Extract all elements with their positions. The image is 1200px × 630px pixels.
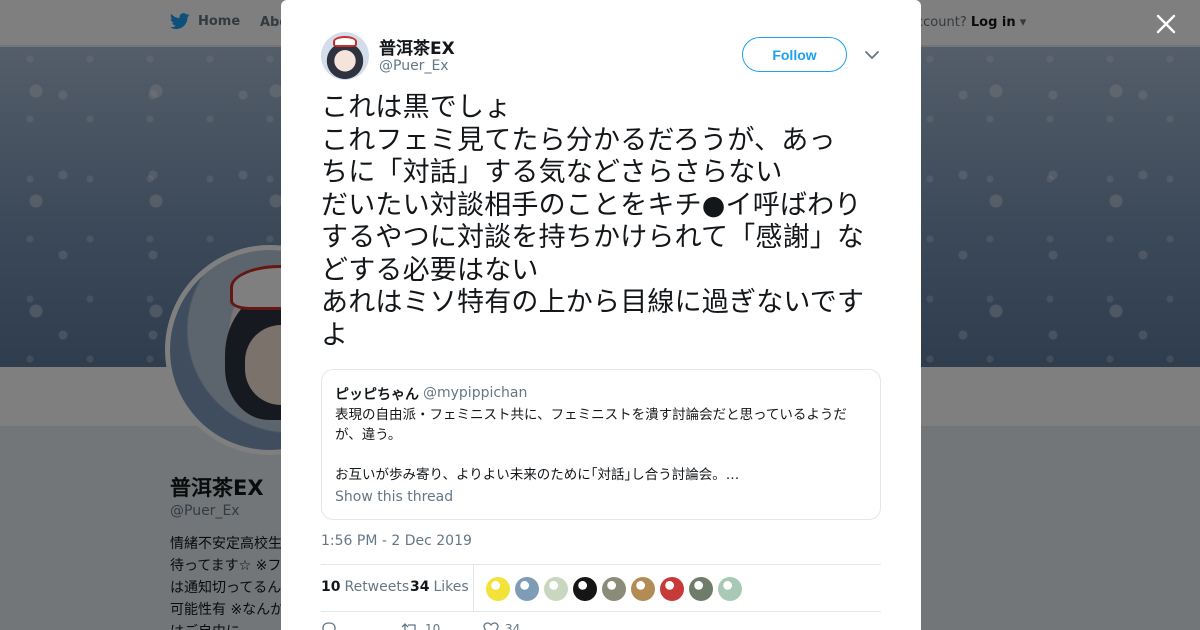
liker-avatar[interactable] — [544, 577, 568, 601]
reply-icon — [322, 622, 336, 630]
liker-avatar[interactable] — [718, 577, 742, 601]
liker-avatar[interactable] — [660, 577, 684, 601]
like-action-count: 34 — [505, 622, 521, 630]
liker-avatar[interactable] — [573, 577, 597, 601]
tweet-text: これは黒でしょ これフェミ見てたら分かるだろうが、あっ ちに「対話」する気などさ… — [321, 92, 865, 351]
likes-label: Likes — [433, 579, 469, 595]
quoted-author-name: ピッピちゃん — [335, 387, 419, 403]
liker-avatars — [486, 577, 742, 601]
close-icon[interactable] — [1154, 12, 1178, 36]
retweet-icon — [401, 623, 416, 630]
follow-button[interactable]: Follow — [742, 37, 847, 72]
likes-stat[interactable]: 34 Likes — [410, 579, 469, 595]
liker-avatar[interactable] — [631, 577, 655, 601]
liker-avatar[interactable] — [515, 577, 539, 601]
retweet-action-count: 10 — [425, 622, 441, 630]
retweets-stat[interactable]: 10 Retweets — [321, 579, 409, 595]
chevron-down-icon[interactable] — [863, 46, 881, 64]
tweet-stats: 10 Retweets 34 Likes — [321, 564, 881, 612]
like-action[interactable]: 34 — [483, 622, 520, 630]
tweet-actions: 10 34 — [321, 622, 881, 630]
tweet-modal: 普洱茶EX @Puer_Ex Follow これは黒でしょ これフェミ見てたら分… — [281, 0, 921, 630]
stats-divider — [473, 565, 474, 611]
retweets-count: 10 — [321, 579, 341, 595]
liker-avatar[interactable] — [602, 577, 626, 601]
likes-count: 34 — [410, 579, 430, 595]
author-avatar[interactable] — [321, 32, 369, 80]
heart-icon — [483, 622, 499, 630]
quoted-tweet-text: 表現の自由派・フェミニスト共に、フェミニストを潰す討論会だと思っているようだ が… — [335, 407, 847, 483]
author-name[interactable]: 普洱茶EX — [379, 34, 455, 59]
author-handle[interactable]: @Puer_Ex — [379, 58, 449, 74]
quoted-tweet[interactable]: ピッピちゃん @mypippichan 表現の自由派・フェミニスト共に、フェミニ… — [321, 369, 881, 520]
retweet-action[interactable]: 10 — [401, 622, 440, 630]
tweet-timestamp[interactable]: 1:56 PM - 2 Dec 2019 — [321, 533, 472, 549]
show-thread-link[interactable]: Show this thread — [335, 489, 453, 505]
liker-avatar[interactable] — [486, 577, 510, 601]
liker-avatar[interactable] — [689, 577, 713, 601]
retweets-label: Retweets — [344, 579, 410, 595]
quoted-author-handle: @mypippichan — [423, 385, 528, 401]
reply-action[interactable] — [321, 622, 337, 630]
